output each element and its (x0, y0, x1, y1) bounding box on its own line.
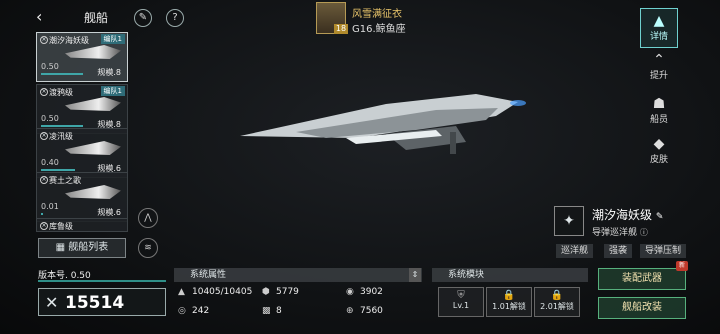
upgrade-icon: ⌃ (653, 52, 665, 68)
armor-stat: ⬢ 5779 (262, 287, 299, 297)
nav-label: 详情 (649, 32, 668, 42)
ship-type: 导弹巡洋舰 ⓘ (592, 228, 648, 238)
commander-name: 风雪满征衣 (352, 9, 402, 20)
nav-crew[interactable]: ☗ 船员 (640, 92, 678, 132)
shield-stat: ◉ 3902 (346, 287, 383, 297)
ship-card-name: 库鲁级 (49, 222, 73, 231)
attributes-header: 系统属性 (174, 268, 422, 282)
ship-card[interactable]: × 潮汐海妖级 编队1 0.50 规模.8 (36, 32, 128, 82)
close-icon: × (40, 176, 48, 184)
grid-icon: ▩ (262, 306, 271, 316)
close-icon: × (40, 222, 48, 230)
ship-thumbnail (65, 185, 121, 199)
ship-card[interactable]: × 库鲁级 (36, 218, 128, 232)
fleet-tag: 编队1 (100, 34, 125, 44)
close-icon: × (40, 36, 48, 44)
crew-icon: ☗ (652, 96, 666, 112)
power-box: ✕ 15514 (38, 288, 166, 316)
ship-thumbnail (65, 141, 121, 155)
ship-card-name: 赛土之歌 (49, 176, 81, 185)
grid-icon: ▦ (55, 242, 69, 253)
info-icon: ⓘ (639, 228, 648, 237)
lock-icon: 🔒 (502, 290, 516, 301)
fleet-icon[interactable]: ⋀ (138, 208, 158, 228)
back-button[interactable]: ‹ (36, 8, 58, 26)
divider (38, 280, 166, 282)
page-title: 舰船 (84, 11, 109, 25)
ship-card-value: 0.40 (41, 158, 59, 167)
module-slot[interactable]: ⛨ Lv.1 (438, 287, 484, 317)
ship-card-value: 0.50 (41, 114, 59, 123)
ship-card-progress (41, 125, 83, 127)
module-slot-locked[interactable]: 🔒 2.01解锁 (534, 287, 580, 317)
ship-card-value: 0.50 (41, 62, 59, 71)
ship-card-scale: 规模.6 (97, 208, 121, 217)
close-icon: × (40, 132, 48, 140)
nav-detail[interactable]: ▲ 详情 (640, 8, 678, 48)
module-shield-icon: ⛨ (457, 290, 465, 301)
ship-name[interactable]: 潮汐海妖级 ✎ (592, 206, 663, 223)
ship-card[interactable]: × 赛土之歌 0.01 规模.6 (36, 172, 128, 222)
nav-label: 船员 (649, 115, 668, 125)
target-stat: ⊕ 7560 (346, 306, 383, 316)
module-slot-locked[interactable]: 🔒 1.01解锁 (486, 287, 532, 317)
equip-weapons-button[interactable]: 装配武器 (598, 268, 686, 290)
speed-icon: ◎ (178, 306, 186, 316)
hull-icon: ▲ (178, 287, 185, 297)
brush-icon[interactable]: ✎ (134, 9, 152, 27)
hull-stat: ▲ 10405/10405 (178, 287, 253, 297)
target-icon: ⊕ (346, 306, 354, 316)
ship-class-emblem: ✦ (554, 206, 584, 236)
ship-card-value: 0.01 (41, 202, 59, 211)
grid-stat: ▩ 8 (262, 306, 282, 316)
formation-icon[interactable]: ≋ (138, 238, 158, 258)
nav-label: 皮肤 (649, 155, 668, 165)
ship-thumbnail (65, 45, 121, 59)
ship-thumbnail (65, 97, 121, 111)
ship-card-name: 潮汐海妖级 (49, 36, 89, 45)
nav-upgrade[interactable]: ⌃ 提升 (640, 48, 678, 88)
modules-header: 系统模块 (432, 268, 588, 282)
modify-ship-button[interactable]: 舰船改装 (598, 297, 686, 319)
commander-level: 18 (334, 24, 348, 34)
tag-chip: 导弹压制 (640, 244, 687, 258)
close-icon: × (40, 88, 48, 96)
armor-icon: ⬢ (262, 287, 270, 297)
shield-icon: ◉ (346, 287, 354, 297)
power-value: 15514 (65, 293, 125, 313)
new-badge: 新 (676, 261, 688, 271)
ship-list-button[interactable]: ▦ 舰船列表 (38, 238, 126, 258)
ship-card-progress (41, 169, 75, 171)
ship-model (240, 94, 526, 154)
ship-card-progress (41, 73, 83, 75)
ship-card-scale: 规模.8 (97, 68, 121, 77)
sort-icon[interactable]: ⇕ (409, 268, 421, 282)
speed-stat: ◎ 242 (178, 306, 210, 316)
commander-location: G16.鲸鱼座 (352, 24, 406, 35)
ship-card[interactable]: × 渡鸦级 编队1 0.50 规模.8 (36, 84, 128, 134)
edit-icon: ✎ (655, 212, 664, 222)
help-icon[interactable]: ? (166, 9, 184, 27)
tag-chip: 巡洋舰 (556, 244, 594, 258)
ship-detail-icon: ▲ (653, 13, 665, 29)
fleet-tag: 编队1 (100, 86, 125, 96)
ship-list-label: 舰船列表 (68, 242, 109, 253)
ship-card-progress (41, 213, 43, 215)
nav-label: 提升 (649, 71, 668, 81)
ship-card[interactable]: × 凌汛级 0.40 规模.6 (36, 128, 128, 178)
ship-card-name: 渡鸦级 (49, 88, 73, 97)
skin-icon: ◆ (653, 136, 665, 152)
tag-chip: 强袭 (604, 244, 633, 258)
ship-card-name: 凌汛级 (49, 132, 73, 141)
crossed-swords-icon: ✕ (45, 293, 59, 312)
lock-icon: 🔒 (550, 290, 564, 301)
nav-skin[interactable]: ◆ 皮肤 (640, 132, 678, 172)
